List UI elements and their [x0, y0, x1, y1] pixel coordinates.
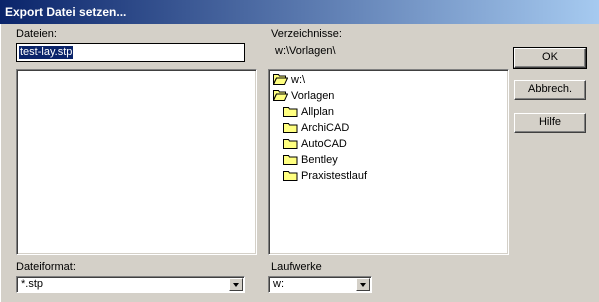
tree-item-archicad[interactable]: ArchiCAD: [283, 120, 349, 136]
format-select-value: *.stp: [21, 278, 44, 290]
open-folder-icon: [273, 74, 288, 85]
folder-icon: [283, 123, 298, 133]
window-title: Export Datei setzen...: [5, 5, 127, 19]
drive-select[interactable]: w:: [268, 276, 372, 293]
folder-icon: [283, 155, 298, 165]
filename-value: test-lay.stp: [19, 46, 74, 59]
drive-select-value: w:: [273, 278, 284, 290]
ok-button-label: OK: [542, 51, 558, 63]
tree-item-label: w:\: [291, 74, 306, 86]
folder-icon: [283, 139, 298, 149]
tree-item-label: Allplan: [301, 106, 335, 118]
format-select[interactable]: *.stp: [16, 276, 245, 293]
file-list[interactable]: [16, 69, 257, 255]
tree-item-allplan[interactable]: Allplan: [283, 104, 334, 120]
drives-label: Laufwerke: [271, 261, 322, 273]
tree-item-drive[interactable]: w:\: [273, 72, 305, 88]
tree-item-label: AutoCAD: [301, 138, 347, 150]
tree-item-label: Vorlagen: [291, 90, 335, 102]
tree-item-praxistestlauf[interactable]: Praxistestlauf: [283, 168, 367, 184]
files-label: Dateien:: [16, 28, 57, 40]
chevron-down-icon[interactable]: [356, 278, 370, 291]
help-button-label: Hilfe: [538, 116, 561, 128]
chevron-down-icon[interactable]: [229, 278, 243, 291]
cancel-button[interactable]: Abbrech.: [514, 80, 586, 100]
format-label: Dateiformat:: [16, 261, 76, 273]
tree-item-autocad[interactable]: AutoCAD: [283, 136, 347, 152]
filename-input[interactable]: test-lay.stp: [16, 43, 245, 62]
current-path: w:\Vorlagen\: [275, 45, 336, 57]
help-button[interactable]: Hilfe: [514, 113, 586, 133]
window-frame: [0, 24, 1, 302]
tree-item-label: ArchiCAD: [301, 122, 350, 134]
folder-icon: [283, 171, 298, 181]
directories-label: Verzeichnisse:: [271, 28, 342, 40]
title-bar[interactable]: Export Datei setzen...: [0, 0, 599, 24]
files-label-text: Dateien:: [16, 28, 57, 40]
cancel-button-label: Abbrech.: [527, 83, 573, 95]
tree-item-vorlagen[interactable]: Vorlagen: [273, 88, 334, 104]
directory-tree[interactable]: w:\ Vorlagen Allplan ArchiCAD AutoCAD Be…: [268, 69, 509, 255]
ok-button[interactable]: OK: [513, 47, 587, 69]
tree-item-bentley[interactable]: Bentley: [283, 152, 338, 168]
tree-item-label: Bentley: [301, 154, 338, 166]
folder-icon: [283, 107, 298, 117]
open-folder-icon: [273, 90, 288, 101]
tree-item-label: Praxistestlauf: [301, 170, 368, 182]
